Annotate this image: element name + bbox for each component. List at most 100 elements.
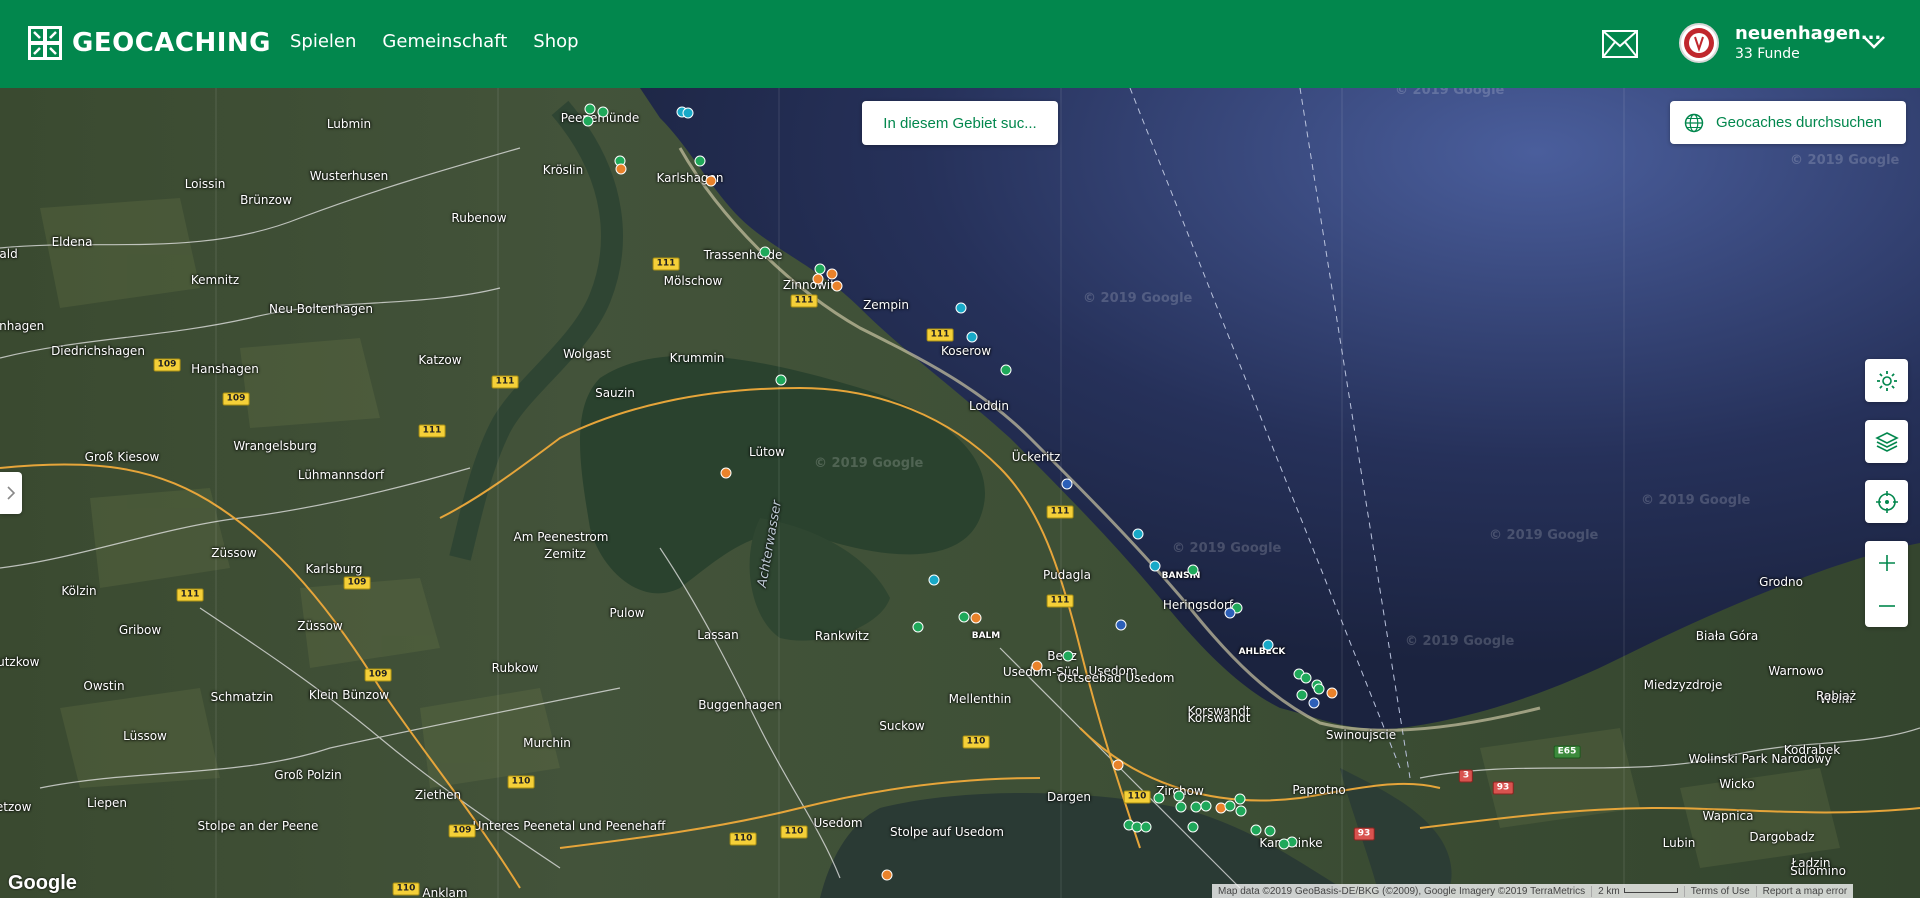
geocache-marker-traditional[interactable] [1140,821,1152,833]
place-label: Heringsdorf [1162,598,1234,612]
place-label: Unteres Peenetal und Peenehaff [472,819,666,833]
gear-icon [1876,370,1897,391]
google-logo: Google [8,872,77,894]
nav-shop[interactable]: Shop [533,31,578,52]
zoom-in-button[interactable] [1865,541,1908,584]
geocache-marker-event[interactable] [1262,639,1274,651]
geocache-marker-traditional[interactable] [1224,800,1236,812]
geocache-marker-multi[interactable] [881,869,893,881]
place-label: Diedrichshagen [51,344,145,358]
place-label: Mellenthin [948,692,1012,706]
geocache-marker-multi[interactable] [1031,660,1043,672]
geocache-marker-traditional[interactable] [1313,683,1325,695]
geocache-marker-traditional[interactable] [1200,800,1212,812]
nav-spielen[interactable]: Spielen [290,31,356,52]
sidebar-toggle[interactable] [0,472,22,514]
map-layers-button[interactable] [1865,420,1908,463]
geocache-marker-traditional[interactable] [759,246,771,258]
geocache-marker-mystery[interactable] [1308,697,1320,709]
geocache-marker-multi[interactable] [1112,759,1124,771]
geocache-marker-multi[interactable] [720,467,732,479]
avatar[interactable] [1679,23,1719,63]
geocache-marker-traditional[interactable] [1153,792,1165,804]
nav-gemeinschaft[interactable]: Gemeinschaft [382,31,507,52]
geocache-marker-multi[interactable] [831,280,843,292]
place-label: Swinoujscie [1325,728,1397,742]
geocache-marker-multi[interactable] [1326,687,1338,699]
main-nav: Spielen Gemeinschaft Shop [290,31,579,52]
geocache-marker-event[interactable] [1149,560,1161,572]
geocache-marker-traditional[interactable] [694,155,706,167]
place-label: Rubenow [451,211,507,225]
place-label: Krummin [669,351,725,365]
place-label: Am Peenestrom [513,530,609,544]
geocache-marker-traditional[interactable] [1296,689,1308,701]
browse-geocaches-button[interactable]: Geocaches durchsuchen [1670,101,1906,144]
geocache-marker-multi[interactable] [705,175,717,187]
place-label: Eldena [51,235,93,249]
geocache-marker-traditional[interactable] [1300,672,1312,684]
crosshair-icon [1875,490,1898,513]
geocache-marker-traditional[interactable] [584,103,596,115]
place-label: Wicko [1719,777,1755,791]
geocache-marker-multi[interactable] [812,273,824,285]
place-label: Lühmannsdorf [297,468,385,482]
geocaching-logo[interactable]: GEOCACHING [28,26,271,60]
geocache-marker-traditional[interactable] [1187,564,1199,576]
locate-me-button[interactable] [1865,480,1908,523]
user-menu[interactable]: neuenhagen... 33 Funde [1735,24,1881,64]
place-label: Zempin [863,298,909,312]
geocache-marker-mystery[interactable] [1224,607,1236,619]
geocache-marker-traditional[interactable] [958,611,970,623]
road-shield: 110 [729,832,757,846]
top-navigation-bar: GEOCACHING Spielen Gemeinschaft Shop neu… [0,0,1920,88]
geocache-marker-traditional[interactable] [912,621,924,633]
geocache-marker-traditional[interactable] [1000,364,1012,376]
geocache-marker-event[interactable] [682,107,694,119]
geocache-marker-event[interactable] [955,302,967,314]
geocache-marker-traditional[interactable] [1264,825,1276,837]
road-shield: 111 [926,328,954,342]
geocache-marker-event[interactable] [928,574,940,586]
geocache-marker-multi[interactable] [615,163,627,175]
map-canvas[interactable]: Lubmin Peenemünde Kröslin Karlshagen Loissin… [0,88,1920,898]
place-label: Pulow [609,606,645,620]
place-label: Buggenhagen [698,698,782,712]
geocache-marker-traditional[interactable] [582,115,594,127]
report-map-error-link[interactable]: Report a map error [1755,885,1853,897]
google-watermark: © 2019 Google [1489,528,1599,543]
geocache-marker-traditional[interactable] [1235,805,1247,817]
map-settings-button[interactable] [1865,359,1908,402]
geocache-marker-traditional[interactable] [1173,790,1185,802]
geocache-marker-mystery[interactable] [1061,478,1073,490]
place-label: Dargobadz [1749,830,1815,844]
geocache-marker-traditional[interactable] [1250,824,1262,836]
road-shield: 109 [448,824,476,838]
place-label: BALM [971,631,1001,641]
geocache-marker-traditional[interactable] [597,106,609,118]
geocache-marker-mystery[interactable] [1115,619,1127,631]
place-label: Owstin [83,679,125,693]
geocache-marker-traditional[interactable] [1062,650,1074,662]
road-shield: 109 [364,668,392,682]
place-label: Gribow [118,623,162,637]
geocache-marker-traditional[interactable] [1175,801,1187,813]
geocache-marker-multi[interactable] [826,268,838,280]
chevron-down-icon[interactable] [1862,33,1886,51]
geocache-marker-traditional[interactable] [1278,838,1290,850]
geocache-marker-traditional[interactable] [1234,793,1246,805]
search-this-area-button[interactable]: In diesem Gebiet suc... [862,101,1058,145]
geocache-marker-event[interactable] [966,331,978,343]
geocache-marker-traditional[interactable] [775,374,787,386]
geocache-marker-traditional[interactable] [1187,821,1199,833]
zoom-out-button[interactable] [1865,584,1908,627]
road-shield: 109 [153,358,181,372]
geocache-marker-event[interactable] [1132,528,1144,540]
globe-icon [1684,113,1704,132]
road-shield: 110 [1123,790,1151,804]
place-label: Klein Bünzow [308,688,390,702]
mail-icon[interactable] [1602,30,1638,58]
terms-of-use-link[interactable]: Terms of Use [1683,885,1756,897]
geocache-marker-multi[interactable] [970,612,982,624]
road-shield: 109 [343,576,371,590]
